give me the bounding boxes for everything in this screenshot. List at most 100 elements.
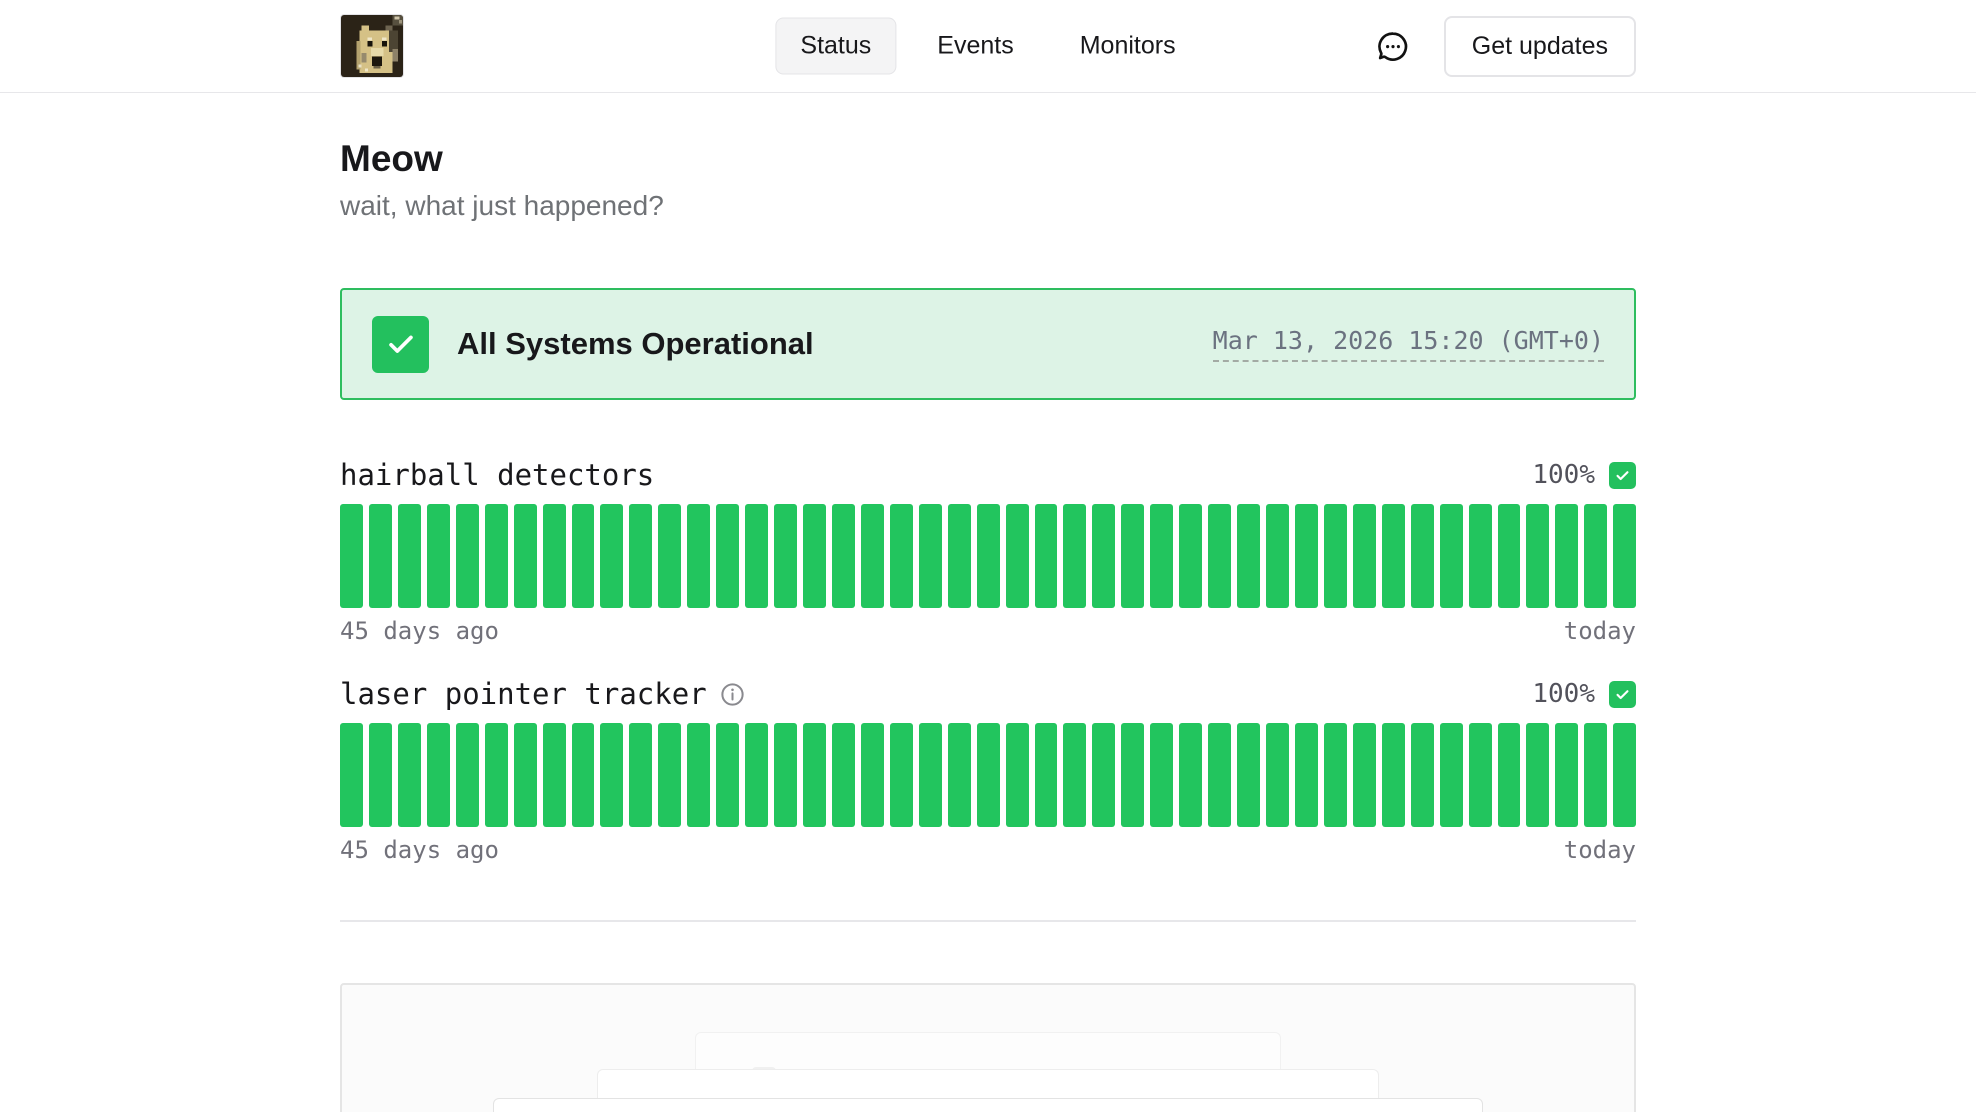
uptime-bar[interactable] [629, 723, 652, 827]
track-start-label: 45 days ago [340, 617, 499, 645]
uptime-bar[interactable] [1237, 723, 1260, 827]
uptime-bar[interactable] [658, 504, 681, 608]
tab-events[interactable]: Events [912, 18, 1038, 75]
uptime-bar[interactable] [543, 504, 566, 608]
site-logo[interactable] [340, 14, 404, 78]
uptime-bar[interactable] [919, 723, 942, 827]
uptime-bar[interactable] [456, 723, 479, 827]
uptime-bar[interactable] [1179, 723, 1202, 827]
uptime-bar[interactable] [600, 723, 623, 827]
uptime-bar[interactable] [948, 504, 971, 608]
uptime-bar[interactable] [745, 723, 768, 827]
feedback-button[interactable] [1372, 25, 1414, 67]
uptime-bar[interactable] [1266, 723, 1289, 827]
uptime-bar[interactable] [398, 723, 421, 827]
uptime-bar[interactable] [861, 723, 884, 827]
uptime-bar[interactable] [340, 504, 363, 608]
uptime-bar[interactable] [1526, 504, 1549, 608]
uptime-bar[interactable] [803, 723, 826, 827]
uptime-track [340, 723, 1636, 827]
uptime-bar[interactable] [1295, 723, 1318, 827]
uptime-bar[interactable] [1121, 504, 1144, 608]
uptime-bar[interactable] [1006, 504, 1029, 608]
uptime-bar[interactable] [1469, 504, 1492, 608]
uptime-bar[interactable] [1555, 723, 1578, 827]
uptime-bar[interactable] [1237, 504, 1260, 608]
uptime-bar[interactable] [977, 723, 1000, 827]
uptime-bar[interactable] [456, 504, 479, 608]
uptime-bar[interactable] [1092, 504, 1115, 608]
uptime-bar[interactable] [1613, 723, 1636, 827]
tab-status[interactable]: Status [775, 18, 896, 75]
uptime-bar[interactable] [514, 723, 537, 827]
uptime-bar[interactable] [572, 504, 595, 608]
uptime-bar[interactable] [658, 723, 681, 827]
uptime-bar[interactable] [745, 504, 768, 608]
uptime-bar[interactable] [774, 723, 797, 827]
uptime-bar[interactable] [1613, 504, 1636, 608]
uptime-bar[interactable] [427, 723, 450, 827]
uptime-bar[interactable] [1353, 504, 1376, 608]
status-timestamp[interactable]: Mar 13, 2026 15:20 (GMT+0) [1213, 326, 1604, 362]
uptime-bar[interactable] [890, 723, 913, 827]
info-icon[interactable] [719, 680, 747, 708]
uptime-bar[interactable] [1382, 723, 1405, 827]
uptime-bar[interactable] [600, 504, 623, 608]
uptime-bar[interactable] [774, 504, 797, 608]
uptime-bar[interactable] [369, 723, 392, 827]
uptime-bar[interactable] [1035, 504, 1058, 608]
uptime-bar[interactable] [1555, 504, 1578, 608]
get-updates-button[interactable]: Get updates [1444, 16, 1636, 77]
uptime-bar[interactable] [1092, 723, 1115, 827]
uptime-bar[interactable] [427, 504, 450, 608]
uptime-bar[interactable] [398, 504, 421, 608]
uptime-bar[interactable] [629, 504, 652, 608]
uptime-bar[interactable] [1035, 723, 1058, 827]
uptime-bar[interactable] [919, 504, 942, 608]
uptime-bar[interactable] [485, 723, 508, 827]
uptime-bar[interactable] [1063, 504, 1086, 608]
uptime-bar[interactable] [1295, 504, 1318, 608]
uptime-bar[interactable] [832, 504, 855, 608]
uptime-bar[interactable] [687, 723, 710, 827]
uptime-bar[interactable] [543, 723, 566, 827]
uptime-bar[interactable] [1469, 723, 1492, 827]
uptime-bar[interactable] [1006, 723, 1029, 827]
uptime-bar[interactable] [340, 723, 363, 827]
uptime-bar[interactable] [832, 723, 855, 827]
uptime-bar[interactable] [687, 504, 710, 608]
uptime-bar[interactable] [1498, 723, 1521, 827]
uptime-bar[interactable] [1498, 504, 1521, 608]
uptime-bar[interactable] [948, 723, 971, 827]
uptime-bar[interactable] [716, 723, 739, 827]
uptime-bar[interactable] [1440, 723, 1463, 827]
uptime-bar[interactable] [716, 504, 739, 608]
uptime-bar[interactable] [1150, 723, 1173, 827]
uptime-bar[interactable] [1150, 504, 1173, 608]
uptime-bar[interactable] [1121, 723, 1144, 827]
uptime-bar[interactable] [1584, 504, 1607, 608]
uptime-bar[interactable] [977, 504, 1000, 608]
uptime-bar[interactable] [485, 504, 508, 608]
uptime-bar[interactable] [1324, 504, 1347, 608]
uptime-bar[interactable] [1526, 723, 1549, 827]
uptime-bar[interactable] [890, 504, 913, 608]
uptime-bar[interactable] [1208, 504, 1231, 608]
uptime-bar[interactable] [514, 504, 537, 608]
uptime-bar[interactable] [1266, 504, 1289, 608]
uptime-bar[interactable] [1584, 723, 1607, 827]
uptime-bar[interactable] [861, 504, 884, 608]
uptime-bar[interactable] [1440, 504, 1463, 608]
uptime-bar[interactable] [1353, 723, 1376, 827]
uptime-bar[interactable] [1179, 504, 1202, 608]
uptime-bar[interactable] [1411, 504, 1434, 608]
uptime-bar[interactable] [1411, 723, 1434, 827]
uptime-bar[interactable] [1063, 723, 1086, 827]
uptime-bar[interactable] [572, 723, 595, 827]
uptime-bar[interactable] [369, 504, 392, 608]
uptime-bar[interactable] [1208, 723, 1231, 827]
tab-monitors[interactable]: Monitors [1055, 18, 1201, 75]
uptime-bar[interactable] [1324, 723, 1347, 827]
uptime-bar[interactable] [803, 504, 826, 608]
uptime-bar[interactable] [1382, 504, 1405, 608]
